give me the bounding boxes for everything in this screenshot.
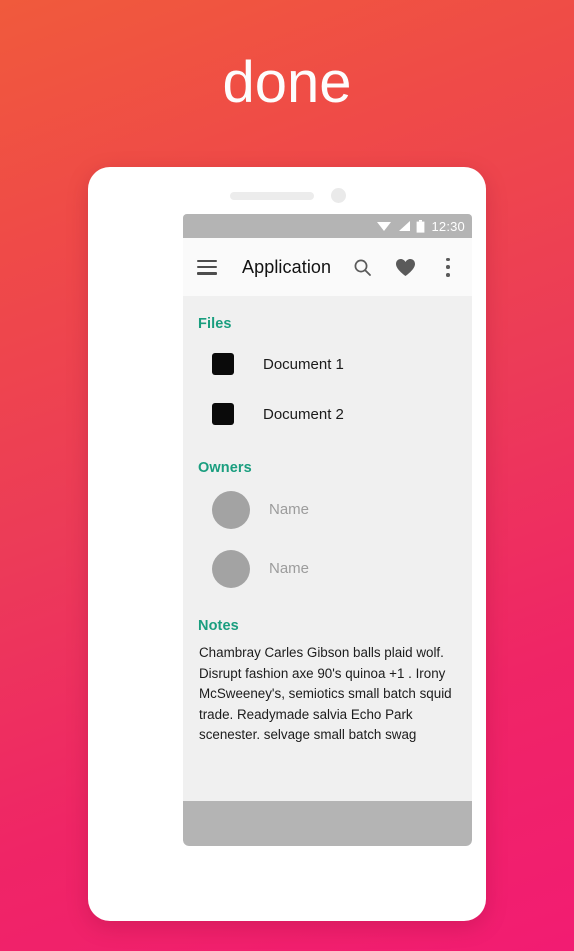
phone-device-frame: 12:30 Application Files Document 1 Docum… <box>88 167 486 921</box>
list-item-label: Document 2 <box>263 405 344 423</box>
app-bar-actions <box>351 256 459 278</box>
list-item-label: Name <box>269 560 310 577</box>
hamburger-menu-icon[interactable] <box>197 259 217 275</box>
list-item-label: Document 1 <box>263 355 344 373</box>
document-thumbnail-icon <box>212 353 234 375</box>
front-camera-icon <box>331 188 346 203</box>
list-item[interactable]: Name <box>183 539 472 598</box>
list-item[interactable]: Document 1 <box>183 339 472 389</box>
section-header-files: Files <box>198 316 232 332</box>
document-thumbnail-icon <box>212 403 234 425</box>
phone-top-bezel <box>88 167 486 214</box>
section-header-owners: Owners <box>198 460 252 476</box>
list-item[interactable]: Name <box>183 480 472 539</box>
avatar <box>212 490 250 529</box>
heart-icon[interactable] <box>394 256 416 278</box>
app-bar-title: Application <box>242 256 332 277</box>
search-icon[interactable] <box>351 256 373 278</box>
list-item-label: Name <box>269 501 310 518</box>
page-title: done <box>222 50 352 115</box>
list-item[interactable]: Document 2 <box>183 389 472 439</box>
avatar <box>212 549 250 588</box>
speaker-grille <box>230 192 314 200</box>
screen-content: Files Document 1 Document 2 Owners Name … <box>183 296 472 801</box>
status-bar-time: 12:30 <box>431 218 465 234</box>
status-bar: 12:30 <box>183 214 472 238</box>
cellular-signal-icon <box>399 221 411 231</box>
phone-screen: 12:30 Application Files Document 1 Docum… <box>183 214 472 846</box>
system-navigation-bar <box>183 801 472 846</box>
notes-body-text: Chambray Carles Gibson balls plaid wolf.… <box>199 645 452 742</box>
more-vertical-icon[interactable] <box>437 256 459 278</box>
section-header-notes: Notes <box>198 618 239 634</box>
wifi-icon <box>377 222 392 231</box>
app-bar: Application <box>183 238 472 296</box>
battery-icon <box>417 219 425 233</box>
